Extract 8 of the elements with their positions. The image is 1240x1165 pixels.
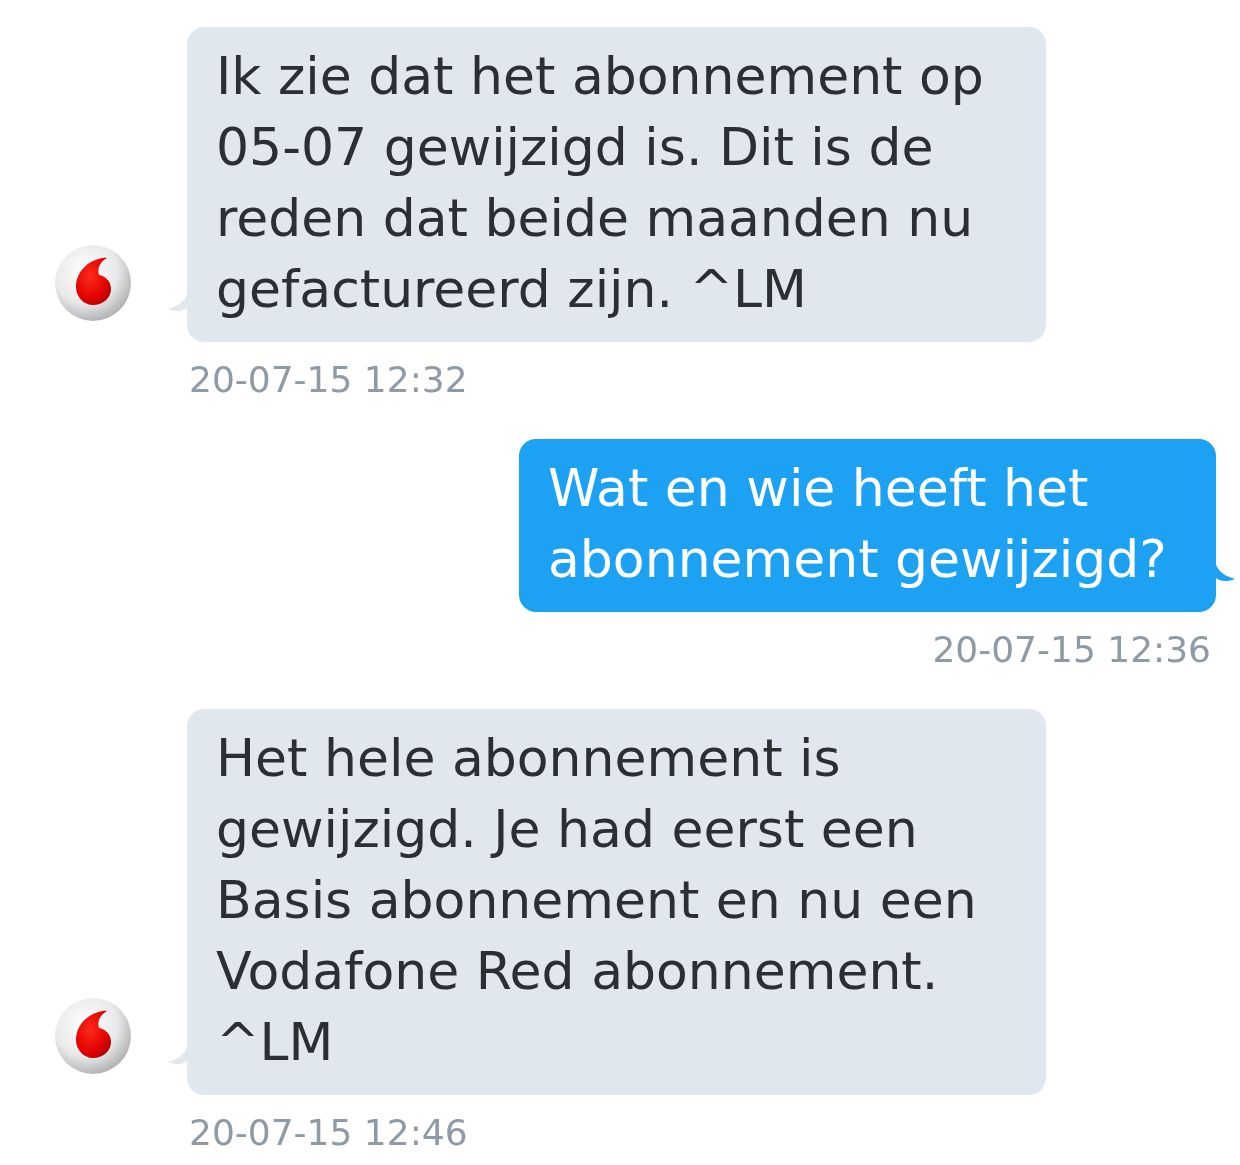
avatar-logo-icon [55, 998, 131, 1074]
message-text: Ik zie dat het abonnement op 05-07 gewijzigd is. Dit is de reden dat beide maanden nu gefactureerd zijn. ^LM [216, 45, 985, 321]
message-timestamp: 20-07-15 12:32 [189, 358, 468, 402]
message-timestamp: 20-07-15 12:36 [932, 628, 1211, 672]
avatar-logo-icon [55, 245, 131, 321]
message-text: Wat en wie heeft het abonnement gewijzigd? [548, 457, 1168, 591]
message-timestamp: 20-07-15 12:46 [189, 1111, 468, 1155]
message-text: Het hele abonnement is gewijzigd. Je had eerst een Basis abonnement en nu een Vodafone Red abonnement. ^LM [216, 727, 978, 1074]
